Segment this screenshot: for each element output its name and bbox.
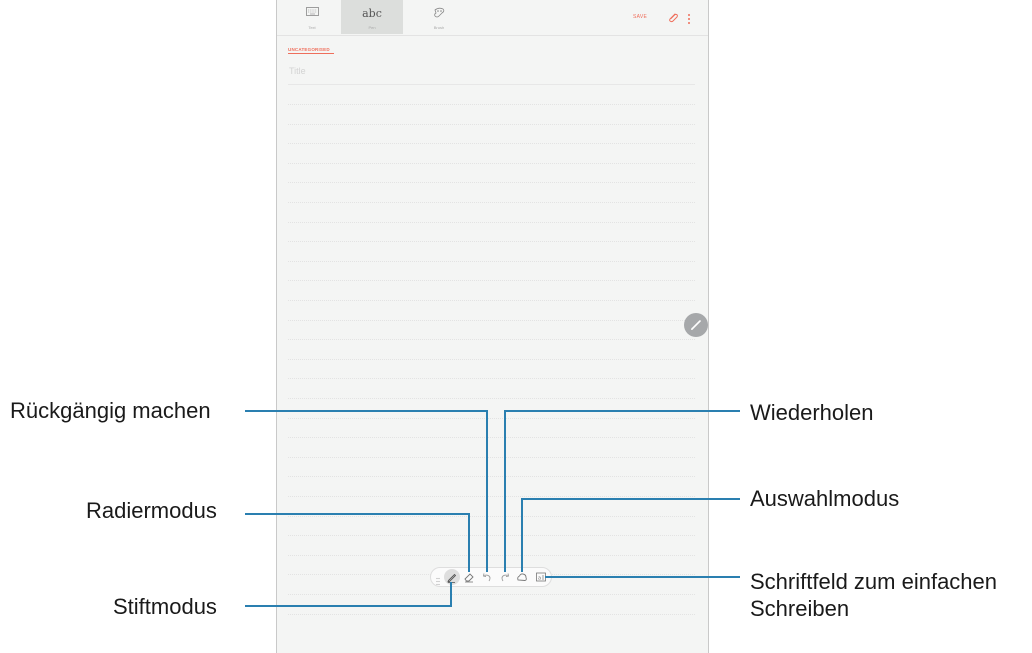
brush-icon [408, 7, 470, 21]
keyboard-icon [281, 7, 343, 21]
category-label[interactable]: UNCATEGORISED [288, 47, 330, 52]
callout-textbox: Schriftfeld zum einfachen Schreiben [750, 568, 997, 622]
tab-pen-label: Pen [368, 25, 376, 30]
ruled-line [288, 320, 695, 321]
ruled-line [288, 300, 695, 301]
ruled-line [288, 457, 695, 458]
ruled-line [288, 241, 695, 242]
ruled-line [288, 614, 695, 615]
ruled-line [288, 280, 695, 281]
ruled-line [288, 418, 695, 419]
note-editor-screen: Text abc Pen Brush SAVE UNCATEGORISED Ti… [276, 0, 709, 653]
ruled-line [288, 163, 695, 164]
ruled-line [288, 339, 695, 340]
callout-undo: Rückgängig machen [10, 398, 211, 423]
title-input[interactable]: Title [289, 66, 306, 76]
ruled-line [288, 182, 695, 183]
callout-textbox-line2: Schreiben [750, 596, 850, 621]
ruled-line [288, 594, 695, 595]
callout-textbox-line1: Schriftfeld zum einfachen [750, 569, 998, 594]
ruled-line [288, 261, 695, 262]
more-options-icon[interactable] [686, 12, 692, 24]
ruled-line [288, 222, 695, 223]
selection-icon[interactable] [515, 570, 529, 584]
eraser-icon[interactable] [462, 570, 476, 584]
ruled-line [288, 202, 695, 203]
ruled-line [288, 555, 695, 556]
ruled-line [288, 535, 695, 536]
tab-brush[interactable]: Brush [408, 0, 470, 34]
ruled-line [288, 496, 695, 497]
category-underline [288, 53, 334, 54]
ruled-line [288, 378, 695, 379]
svg-text:a: a [538, 576, 541, 582]
callout-redo: Wiederholen [750, 400, 874, 425]
attach-icon[interactable] [667, 11, 679, 23]
title-divider [288, 84, 695, 85]
ruled-line [288, 104, 695, 105]
callout-selection-mode: Auswahlmodus [750, 486, 900, 511]
ruled-line [288, 124, 695, 125]
undo-icon[interactable] [480, 570, 494, 584]
redo-icon[interactable] [498, 570, 512, 584]
pen-toolbar: a [430, 567, 552, 587]
tab-brush-label: Brush [433, 25, 445, 30]
ruled-line [288, 143, 695, 144]
pen-settings-button[interactable] [684, 313, 708, 337]
tab-pen[interactable]: abc Pen [341, 0, 403, 34]
textbox-icon[interactable]: a [534, 570, 548, 584]
tab-text[interactable]: Text [281, 0, 343, 34]
pencil-icon [691, 320, 701, 330]
callout-pen-mode: Stiftmodus [113, 594, 217, 619]
callout-eraser-mode: Radiermodus [86, 498, 217, 523]
pen-mode-icon[interactable] [444, 569, 460, 585]
ruled-line [288, 398, 695, 399]
ruled-line [288, 437, 695, 438]
input-mode-tabbar: Text abc Pen Brush SAVE [277, 0, 708, 36]
tabbar-divider [277, 35, 708, 36]
tab-text-label: Text [308, 25, 316, 30]
ruled-line [288, 359, 695, 360]
ruled-line [288, 476, 695, 477]
drag-handle-icon[interactable] [436, 573, 440, 586]
save-button[interactable]: SAVE [633, 14, 647, 20]
abc-handwriting-icon: abc [362, 7, 382, 20]
ruled-line [288, 516, 695, 517]
